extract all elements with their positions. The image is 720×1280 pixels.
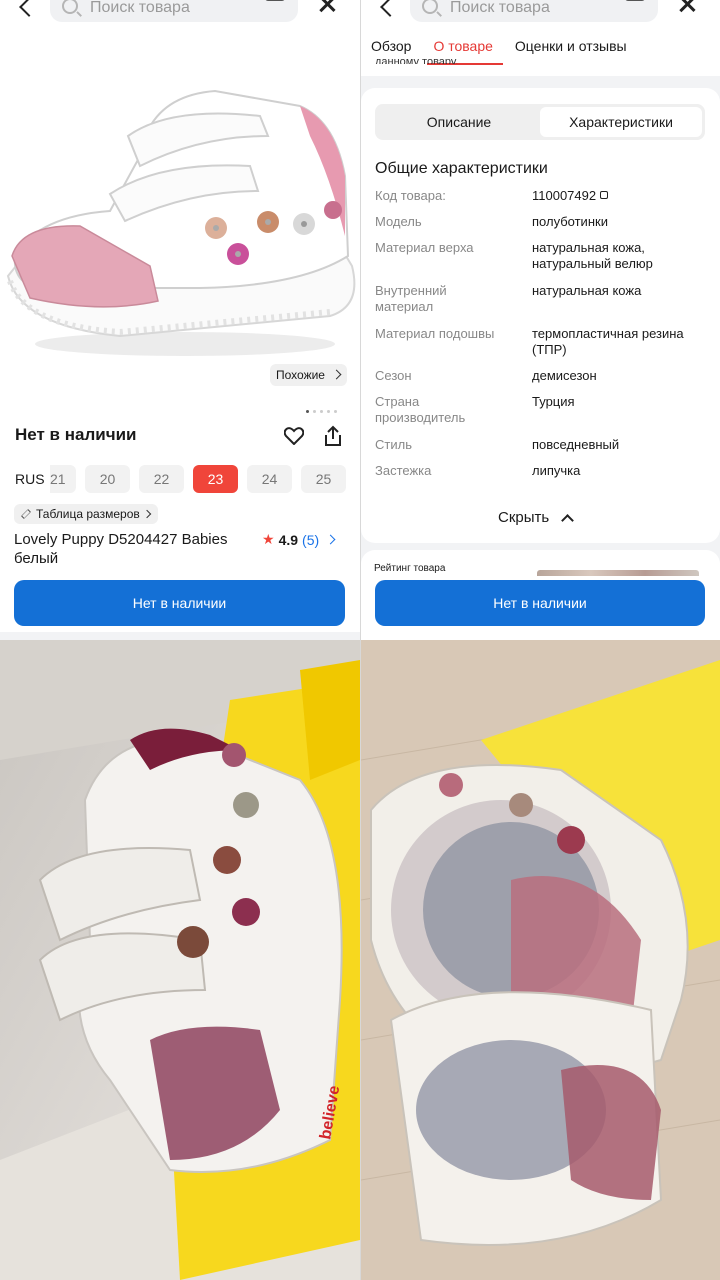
- search-input[interactable]: Поиск товара: [410, 0, 658, 22]
- size-table-label: Таблица размеров: [36, 507, 140, 521]
- shoe-photo-2: [361, 640, 720, 1280]
- shoe-illustration: [6, 89, 356, 356]
- bottom-strip: [0, 632, 360, 640]
- search-icon: [62, 0, 78, 14]
- share-icon[interactable]: [322, 425, 344, 447]
- close-icon[interactable]: [678, 0, 696, 14]
- product-name: Lovely Puppy D5204427 Babies белый: [14, 531, 228, 567]
- size-option[interactable]: 21: [50, 465, 76, 493]
- stock-status-title: Нет в наличии: [15, 425, 137, 444]
- back-arrow-icon[interactable]: [19, 0, 39, 17]
- spec-row: Модель полуботинки: [375, 214, 705, 230]
- size-option[interactable]: 20: [85, 465, 130, 493]
- spec-value: полуботинки: [532, 214, 608, 229]
- characteristics-card: Описание Характеристики Общие характерис…: [361, 88, 720, 543]
- heart-icon[interactable]: [284, 427, 304, 445]
- size-option-selected[interactable]: 23: [193, 465, 238, 493]
- rating-summary[interactable]: ★ 4.9 (5): [262, 531, 336, 548]
- camera-icon[interactable]: [625, 0, 645, 1]
- review-photos-strip[interactable]: [537, 570, 699, 576]
- spec-key: Материал верха: [375, 240, 474, 255]
- product-page-right: Поиск товара Обзор О товаре Оценки и отз…: [361, 0, 720, 640]
- product-image[interactable]: [0, 26, 360, 404]
- segment-characteristics[interactable]: Характеристики: [540, 107, 702, 137]
- copy-icon[interactable]: [600, 191, 609, 199]
- spec-row: Страна производитель Турция: [375, 394, 705, 426]
- similar-button[interactable]: Похожие: [270, 364, 347, 386]
- spec-value: липучка: [532, 463, 581, 478]
- spec-value: 110007492: [532, 188, 597, 203]
- size-system-label: RUS: [15, 471, 45, 487]
- spec-key: Код товара:: [375, 188, 446, 203]
- spec-key: Модель: [375, 214, 422, 229]
- close-icon[interactable]: [318, 0, 336, 14]
- size-option[interactable]: 22: [139, 465, 184, 493]
- spec-row: Материал подошвы термопластичная резина …: [375, 326, 705, 358]
- truncated-text: данному товару.: [375, 56, 459, 64]
- segment-control: Описание Характеристики: [375, 104, 705, 140]
- rating-card-label: Рейтинг товара: [374, 563, 446, 574]
- size-table-button[interactable]: Таблица размеров: [14, 504, 158, 524]
- size-option[interactable]: 24: [247, 465, 292, 493]
- spec-row: Код товара: 110007492: [375, 188, 705, 204]
- star-icon: ★: [262, 531, 275, 547]
- carousel-dots: [306, 410, 337, 413]
- rating-value: 4.9: [278, 531, 299, 548]
- search-placeholder: Поиск товара: [450, 0, 550, 16]
- spec-key: Стиль: [375, 437, 412, 452]
- search-icon: [422, 0, 438, 14]
- size-selector: RUS 21 20 22 23 24 25: [15, 465, 355, 493]
- pencil-icon: [21, 509, 31, 519]
- tab-reviews[interactable]: Оценки и отзывы: [515, 38, 627, 54]
- collapse-button[interactable]: Скрыть: [498, 509, 575, 527]
- spec-value: демисезон: [532, 368, 597, 383]
- details-header: Поиск товара Обзор О товаре Оценки и отз…: [361, 0, 720, 76]
- chevron-up-icon: [561, 513, 575, 527]
- product-page-left: Поиск товара Похожие Нет в наличии RUS 2…: [0, 0, 360, 640]
- shoe-photo-1: believe: [0, 640, 360, 1280]
- section-title: Общие характеристики: [375, 160, 548, 177]
- spec-key: Застежка: [375, 463, 432, 478]
- chevron-right-icon: [331, 369, 342, 380]
- rating-count: (5): [302, 531, 320, 548]
- spec-value: Турция: [532, 394, 575, 409]
- spec-key: Сезон: [375, 368, 412, 383]
- spec-value: термопластичная резина (ТПР): [532, 326, 684, 357]
- search-placeholder: Поиск товара: [90, 0, 190, 16]
- spec-row: Стиль повседневный: [375, 437, 705, 453]
- chevron-right-icon: [325, 534, 336, 545]
- out-of-stock-button[interactable]: Нет в наличии: [14, 580, 345, 626]
- chevron-right-icon: [142, 509, 151, 519]
- camera-icon[interactable]: [265, 0, 285, 1]
- spec-value: повседневный: [532, 437, 620, 452]
- spec-row: Сезон демисезон: [375, 368, 705, 384]
- photo-shoe-front: believe: [0, 640, 360, 1280]
- screenshot-divider: [360, 0, 361, 1280]
- spec-key: Страна производитель: [375, 394, 466, 425]
- photo-shoe-top: [361, 640, 720, 1280]
- back-arrow-icon[interactable]: [380, 0, 400, 17]
- collapse-label: Скрыть: [498, 509, 550, 526]
- spec-value: натуральная кожа: [532, 283, 642, 298]
- spec-key: Внутренний материал: [375, 283, 447, 314]
- search-bar: Поиск товара: [361, 0, 720, 26]
- search-bar: Поиск товара: [0, 0, 360, 26]
- spec-value: натуральная кожа, натуральный велюр: [532, 240, 653, 271]
- spec-row: Материал верха натуральная кожа, натурал…: [375, 240, 705, 272]
- spec-row: Застежка липучка: [375, 463, 705, 479]
- out-of-stock-button[interactable]: Нет в наличии: [375, 580, 705, 626]
- size-option[interactable]: 25: [301, 465, 346, 493]
- search-input[interactable]: Поиск товара: [50, 0, 298, 22]
- spec-row: Внутренний материал натуральная кожа: [375, 283, 705, 315]
- spec-key: Материал подошвы: [375, 326, 495, 341]
- segment-description[interactable]: Описание: [378, 107, 540, 137]
- similar-label: Похожие: [276, 368, 325, 382]
